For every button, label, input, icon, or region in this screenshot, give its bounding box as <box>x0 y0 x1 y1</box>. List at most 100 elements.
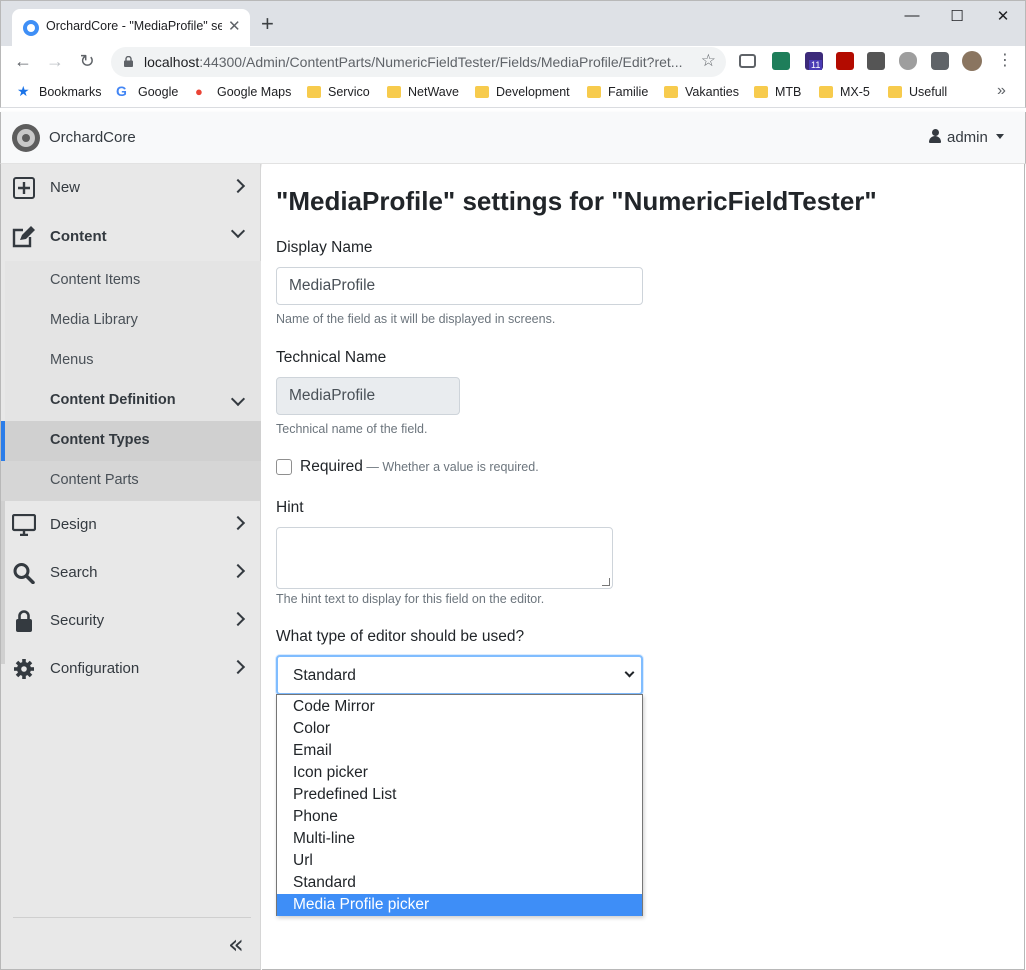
dropdown-option[interactable]: Phone <box>277 806 642 828</box>
new-tab-button[interactable]: + <box>261 13 274 35</box>
dropdown-option-highlighted[interactable]: Media Profile picker <box>277 894 642 916</box>
bookmark-familie[interactable]: Familie <box>608 85 648 99</box>
sidebar-item-label: Search <box>50 564 98 581</box>
display-name-label: Display Name <box>276 239 373 256</box>
technical-name-label: Technical Name <box>276 349 387 366</box>
bookmark-usefull[interactable]: Usefull <box>909 85 947 99</box>
back-button[interactable]: ← <box>11 50 35 74</box>
sidebar-subitem-label: Content Types <box>50 432 150 448</box>
url-path: :44300/Admin/ContentParts/NumericFieldTe… <box>199 54 683 70</box>
browser-menu-icon[interactable]: ⋮ <box>993 50 1017 74</box>
dropdown-option[interactable]: Url <box>277 850 642 872</box>
bookmark-google-maps[interactable]: Google Maps <box>217 85 291 99</box>
sidebar-subitem-label: Content Parts <box>50 472 139 488</box>
hint-textarea[interactable] <box>276 527 613 589</box>
sidebar-item-label: Content <box>50 228 107 245</box>
collapse-sidebar-button[interactable]: « <box>228 930 244 960</box>
required-checkbox[interactable] <box>276 459 292 475</box>
star-icon: ★ <box>17 83 30 99</box>
address-bar[interactable]: localhost:44300/Admin/ContentParts/Numer… <box>111 47 726 77</box>
sidebar-subitem-content-parts[interactable]: Content Parts <box>1 461 261 501</box>
chevron-down-icon <box>624 667 635 678</box>
bookmark-development[interactable]: Development <box>496 85 570 99</box>
sidebar-item-label: Design <box>50 516 97 533</box>
orchardcore-logo-icon[interactable] <box>12 124 40 152</box>
technical-name-help: Technical name of the field. <box>276 422 428 436</box>
editor-type-dropdown: Code Mirror Color Email Icon picker Pred… <box>276 694 643 916</box>
forward-button[interactable]: → <box>43 50 67 74</box>
app-header: OrchardCore admin <box>0 112 1026 164</box>
sidebar-subitem-label: Menus <box>50 352 94 368</box>
bookmark-servico[interactable]: Servico <box>328 85 370 99</box>
chevron-right-icon <box>230 178 246 194</box>
sidebar-subitem-label: Media Library <box>50 312 138 328</box>
sidebar-subitem-content-types[interactable]: Content Types <box>1 421 261 461</box>
bookmark-bookmarks[interactable]: Bookmarks <box>39 85 102 99</box>
monitor-icon <box>12 514 36 536</box>
browser-tab[interactable]: OrchardCore - "MediaProfile" set ✕ <box>12 9 250 47</box>
bookmark-vakanties[interactable]: Vakanties <box>685 85 739 99</box>
sidebar-subitem-media-library[interactable]: Media Library <box>5 301 261 341</box>
c-extension-icon[interactable] <box>867 52 885 70</box>
extension-badge-count: 11 <box>809 60 823 70</box>
bookmark-google[interactable]: Google <box>138 85 178 99</box>
folder-icon <box>587 86 601 98</box>
lock-icon <box>124 56 133 67</box>
minimize-button[interactable]: — <box>898 7 926 27</box>
profile-avatar[interactable] <box>962 51 982 71</box>
close-window-button[interactable]: ✕ <box>989 7 1017 27</box>
brand-name[interactable]: OrchardCore <box>49 129 136 146</box>
sidebar-item-label: Configuration <box>50 660 140 677</box>
user-icon <box>929 129 941 143</box>
dropdown-option[interactable]: Multi-line <box>277 828 642 850</box>
bookmark-mtb[interactable]: MTB <box>775 85 801 99</box>
admin-sidebar: New Content Content Items Media Library … <box>0 164 261 970</box>
folder-icon <box>754 86 768 98</box>
maps-icon: ● <box>195 84 203 99</box>
sidebar-subitem-content-items[interactable]: Content Items <box>5 261 261 301</box>
tab-title: OrchardCore - "MediaProfile" set <box>46 19 222 33</box>
dropdown-option[interactable]: Code Mirror <box>277 696 642 718</box>
sidebar-item-security[interactable]: Security <box>1 597 261 645</box>
bookmark-netwave[interactable]: NetWave <box>408 85 459 99</box>
display-name-input[interactable]: MediaProfile <box>276 267 643 305</box>
maximize-button[interactable]: ☐ <box>943 7 971 27</box>
dropdown-option[interactable]: Standard <box>277 872 642 894</box>
sidebar-subitem-menus[interactable]: Menus <box>5 341 261 381</box>
sidebar-item-design[interactable]: Design <box>1 501 261 549</box>
dropdown-option[interactable]: Predefined List <box>277 784 642 806</box>
chevron-right-icon <box>230 659 246 675</box>
bookmark-mx5[interactable]: MX-5 <box>840 85 870 99</box>
main-content: "MediaProfile" settings for "NumericFiel… <box>262 164 1025 970</box>
sidebar-item-configuration[interactable]: Configuration <box>1 645 261 693</box>
editor-type-select[interactable]: Standard <box>276 655 643 695</box>
puzzle-extensions-icon[interactable] <box>931 52 949 70</box>
required-label: Required — Whether a value is required. <box>300 458 539 476</box>
lock-icon <box>16 610 32 632</box>
tab-close-icon[interactable]: ✕ <box>228 17 241 35</box>
required-label-text: Required <box>300 458 363 475</box>
bookmark-star-icon[interactable]: ☆ <box>701 51 716 71</box>
screenshot-extension-icon[interactable] <box>739 54 756 68</box>
dropdown-option[interactable]: Color <box>277 718 642 740</box>
pdf-extension-icon[interactable] <box>836 52 854 70</box>
extension-badge-icon[interactable]: 11 <box>805 52 823 70</box>
user-menu-button[interactable]: admin <box>929 129 1004 146</box>
sidebar-item-content[interactable]: Content <box>1 213 261 261</box>
url-text: localhost:44300/Admin/ContentParts/Numer… <box>144 54 682 70</box>
technical-name-input[interactable]: MediaProfile <box>276 377 460 415</box>
sidebar-item-search[interactable]: Search <box>1 549 261 597</box>
bookmarks-bar: ★ Bookmarks G Google ● Google Maps Servi… <box>0 78 1026 108</box>
browser-titlebar: OrchardCore - "MediaProfile" set ✕ + — ☐… <box>0 0 1026 47</box>
google-icon: G <box>116 83 127 99</box>
sidebar-item-new[interactable]: New <box>1 164 261 212</box>
dropdown-option[interactable]: Email <box>277 740 642 762</box>
bookmarks-more-button[interactable]: » <box>997 82 1006 100</box>
shield-extension-icon[interactable] <box>899 52 917 70</box>
sidebar-item-label: New <box>50 179 81 196</box>
stylus-extension-icon[interactable] <box>772 52 790 70</box>
resize-grip-icon[interactable] <box>602 578 610 586</box>
reload-button[interactable]: ↻ <box>75 50 99 74</box>
sidebar-subitem-content-definition[interactable]: Content Definition <box>5 381 261 421</box>
dropdown-option[interactable]: Icon picker <box>277 762 642 784</box>
